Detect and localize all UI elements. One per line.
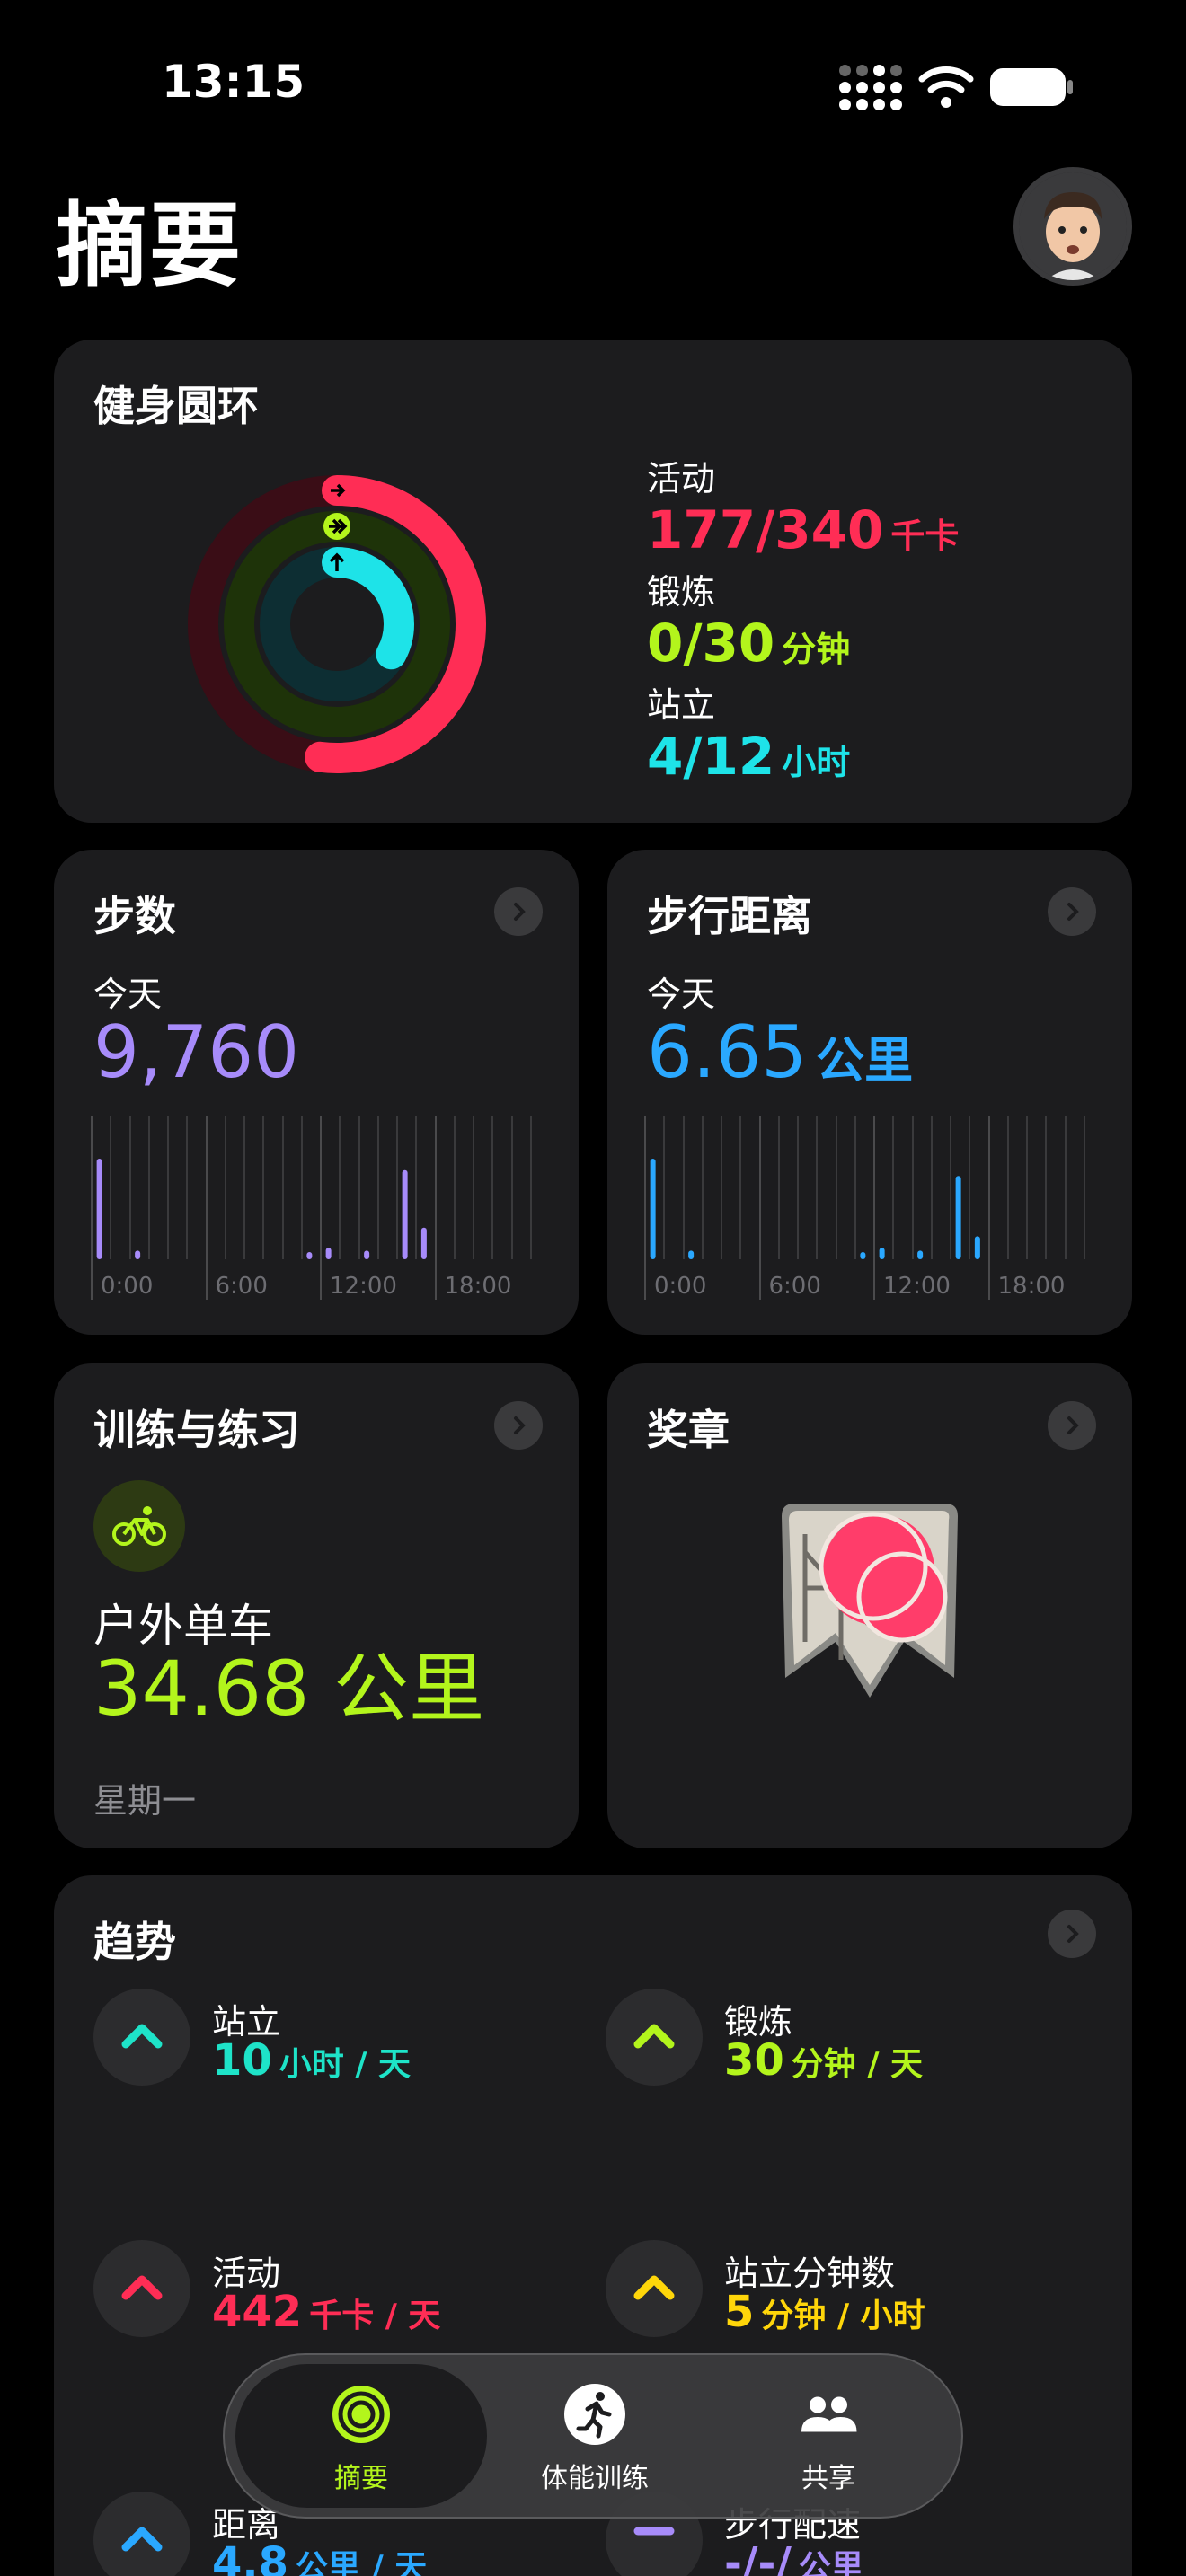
stand-label: 站立: [647, 685, 716, 725]
card-title: 健身圆环: [93, 382, 259, 430]
memoji-avatar-icon: [1019, 172, 1127, 280]
card-title: 步行距离: [647, 892, 812, 940]
trend-up-arrow-icon: [606, 1989, 703, 2086]
tick-label: 18:00: [445, 1273, 512, 1300]
hour-bar: [135, 1250, 141, 1259]
hour-bar: [879, 1248, 885, 1259]
hour-bar: [364, 1250, 370, 1259]
workouts-card[interactable]: 训练与练习 户外单车 34.68 公里 星期一: [54, 1363, 579, 1848]
cellular-signal-icon: [839, 65, 902, 110]
page-title: 摘要: [56, 193, 243, 300]
card-title: 训练与练习: [93, 1406, 300, 1454]
tick-label: 6:00: [216, 1273, 268, 1300]
tick-label: 12:00: [883, 1273, 951, 1300]
tick-label: 12:00: [330, 1273, 397, 1300]
steps-value: 9,760: [93, 1010, 300, 1094]
hour-bar: [974, 1236, 980, 1259]
steps-card[interactable]: 步数 今天 9,760 0:00 6:00 12:00 18:00: [54, 850, 579, 1335]
award-medal-icon: [782, 1504, 958, 1698]
chevron-right-icon[interactable]: [1048, 1401, 1096, 1450]
tab-label: 共享: [801, 2463, 855, 2494]
trend-up-arrow-icon: [606, 2240, 703, 2337]
trend-up-arrow-icon: [93, 1989, 190, 2086]
distance-value: 6.65 公里: [647, 1010, 914, 1094]
walking-distance-card[interactable]: 步行距离 今天 6.65 公里 0:00 6:00 12:00 18:00: [607, 850, 1132, 1335]
tab-bar: 摘要 体能训练 共享: [223, 2353, 963, 2519]
hour-bar: [955, 1176, 961, 1259]
tab-label: 体能训练: [541, 2463, 649, 2494]
hour-bar: [917, 1250, 924, 1259]
chevron-right-icon[interactable]: [494, 887, 543, 936]
rings-icon: [329, 2382, 394, 2447]
awards-card[interactable]: 奖章: [607, 1363, 1132, 1848]
runner-icon: [562, 2382, 627, 2447]
activity-rings-card[interactable]: 健身圆环 活动 177/340 千卡 锻炼 0/30 分钟 站立 4/12 小时: [54, 340, 1132, 823]
steps-hourly-chart: 0:00 6:00 12:00 18:00: [91, 1116, 532, 1300]
workout-distance: 34.68 公里: [93, 1645, 485, 1733]
trend-value: 4.8 公里 / 天: [212, 2538, 428, 2576]
hour-bar: [402, 1169, 408, 1259]
tab-workouts[interactable]: 体能训练: [469, 2364, 721, 2508]
exercise-value: 0/30 分钟: [647, 613, 851, 674]
status-bar: 13:15: [0, 0, 1186, 162]
card-title: 步数: [93, 892, 176, 940]
tick-label: 0:00: [654, 1273, 706, 1300]
avatar[interactable]: [1013, 167, 1132, 286]
tab-sharing[interactable]: 共享: [703, 2364, 954, 2508]
trend-value: 30 分钟 / 天: [724, 2035, 924, 2086]
people-icon: [796, 2382, 861, 2447]
tick-label: 0:00: [101, 1273, 153, 1300]
trend-value: 10 小时 / 天: [212, 2035, 412, 2086]
trend-value: 442 千卡 / 天: [212, 2287, 441, 2337]
trend-value: -/-/公里: [724, 2538, 863, 2576]
hour-bar: [688, 1250, 695, 1259]
trend-up-arrow-icon: [93, 2240, 190, 2337]
hour-bar: [650, 1159, 656, 1259]
hour-bar: [325, 1248, 332, 1259]
hour-bar: [420, 1227, 427, 1259]
trend-value: 5 分钟 / 小时: [724, 2287, 925, 2337]
exercise-label: 锻炼: [647, 572, 716, 612]
trend-up-arrow-icon: [93, 2492, 190, 2576]
tab-summary[interactable]: 摘要: [235, 2364, 487, 2508]
status-time: 13:15: [162, 56, 305, 108]
chevron-right-icon[interactable]: [1048, 1910, 1096, 1958]
wifi-icon: [918, 66, 974, 108]
ring-stats: 活动 177/340 千卡 锻炼 0/30 分钟 站立 4/12 小时: [647, 451, 959, 790]
chevron-right-icon[interactable]: [1048, 887, 1096, 936]
tab-label: 摘要: [334, 2463, 388, 2494]
workout-day: 星期一: [93, 1781, 197, 1821]
move-value: 177/340 千卡: [647, 499, 960, 560]
distance-hourly-chart: 0:00 6:00 12:00 18:00: [644, 1116, 1085, 1300]
hour-bar: [96, 1159, 102, 1259]
stand-value: 4/12 小时: [647, 726, 851, 787]
chevron-right-icon[interactable]: [494, 1401, 543, 1450]
card-title: 趋势: [93, 1918, 176, 1966]
battery-icon: [990, 68, 1073, 106]
tick-label: 18:00: [998, 1273, 1066, 1300]
hour-bar: [860, 1252, 866, 1259]
bicycle-icon: [93, 1480, 185, 1572]
move-label: 活动: [647, 459, 716, 498]
activity-rings-icon: [188, 475, 486, 773]
hour-bar: [306, 1252, 313, 1259]
tick-label: 6:00: [769, 1273, 821, 1300]
card-title: 奖章: [647, 1406, 730, 1454]
